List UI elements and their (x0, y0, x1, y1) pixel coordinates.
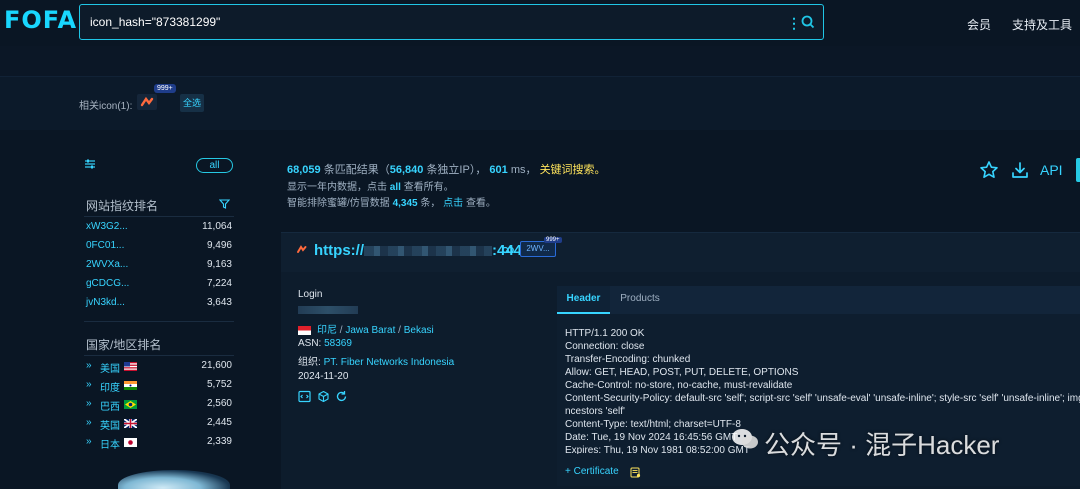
header-line: Transfer-Encoding: chunked (565, 354, 691, 365)
divider (84, 355, 234, 356)
header-line: ncestors 'self' (565, 406, 625, 417)
cube-icon[interactable] (317, 390, 330, 403)
search-box[interactable]: ⋮ (79, 4, 824, 40)
fingerprint-rank-title: 网站指纹排名 (86, 199, 159, 213)
all-filter-pill[interactable]: all (196, 158, 233, 173)
country-row[interactable]: » 美国 21,600 (86, 360, 232, 375)
fingerprint-row[interactable]: 0FC01... 9,496 (86, 240, 232, 254)
chevron-right-icon: » (86, 360, 92, 371)
date-line: 2024-11-20 (298, 371, 349, 382)
honeypot-note: 智能排除蜜罐/仿冒数据 4,345 条， 点击 查看。 (287, 198, 496, 209)
star-icon[interactable] (979, 160, 999, 180)
location-line: 印尼 / Jawa Barat / Bekasi (298, 321, 434, 336)
select-all-button[interactable]: 全选 (180, 94, 204, 112)
header-line: Expires: Thu, 19 Nov 1981 08:52:00 GMT (565, 445, 750, 454)
header-line: Content-Type: text/html; charset=UTF-8 (565, 419, 741, 430)
header-line: Allow: GET, HEAD, POST, PUT, DELETE, OPT… (565, 367, 799, 378)
search-input[interactable] (90, 13, 750, 31)
favicon-icon (297, 245, 307, 253)
result-stats: 68,059 条匹配结果（56,840 条独立IP）， 601 ms， 关键词搜… (287, 164, 606, 176)
date-range-note: 显示一年内数据，点击 all 查看所有。 (287, 182, 454, 193)
sub-band (0, 46, 1080, 76)
side-panel-tab[interactable] (1076, 158, 1080, 182)
tab-header[interactable]: Header (557, 286, 610, 314)
chevron-right-icon: » (86, 398, 92, 409)
count-badge: 999+ (154, 84, 176, 93)
region-link[interactable]: Jawa Barat (345, 325, 395, 336)
gb-flag-icon (124, 419, 137, 428)
country-link[interactable]: 印尼 (317, 325, 337, 336)
related-icon-label: 相关icon(1): (79, 101, 133, 112)
api-link[interactable]: API (1040, 162, 1063, 178)
nav-support-tools[interactable]: 支持及工具 (1012, 16, 1072, 33)
jp-flag-icon (124, 438, 137, 447)
header-line: Content-Security-Policy: default-src 'se… (565, 393, 1080, 404)
keyword-search-link[interactable]: 关键词搜索。 (540, 164, 606, 176)
fingerprint-row[interactable]: xW3G2... 11,064 (86, 221, 232, 235)
nav-membership[interactable]: 会员 (967, 16, 991, 33)
redacted-host (364, 246, 492, 257)
br-flag-icon (124, 400, 137, 409)
refresh-icon[interactable] (335, 390, 348, 403)
city-link[interactable]: Bekasi (404, 325, 434, 336)
search-icon[interactable] (801, 15, 815, 29)
certificate-icon[interactable] (630, 467, 641, 478)
result-host-link[interactable]: https://:4443 (314, 242, 530, 259)
chevron-right-icon: » (86, 379, 92, 390)
sort-filter-icon[interactable] (219, 198, 230, 209)
watermark-text: 公众号 · 混子Hacker (764, 430, 1000, 460)
filter-settings-icon[interactable] (84, 158, 96, 170)
divider (84, 321, 234, 322)
id-flag-icon (298, 325, 311, 335)
org-link[interactable]: PT. Fiber Networks Indonesia (324, 357, 455, 368)
header-line: HTTP/1.1 200 OK (565, 328, 645, 339)
header-line: Cache-Control: no-store, no-cache, must-… (565, 380, 793, 391)
fingerprint-row[interactable]: 2WVXa... 9,163 (86, 259, 232, 273)
code-view-icon[interactable] (298, 390, 311, 403)
link-icon[interactable] (502, 246, 514, 254)
header-line: Date: Tue, 19 Nov 2024 16:45:56 GMT (565, 432, 738, 443)
fingerprint-tag[interactable]: 2WV... (520, 241, 556, 257)
country-rank-title: 国家/地区排名 (86, 338, 162, 352)
related-favicon-icon[interactable] (137, 94, 157, 110)
chevron-right-icon: » (86, 417, 92, 428)
asn-line: ASN: 58369 (298, 338, 352, 349)
page-title: Login (298, 289, 323, 300)
asn-link[interactable]: 58369 (324, 338, 352, 349)
country-row[interactable]: » 印度 5,752 (86, 379, 232, 394)
divider (84, 216, 234, 217)
redacted-text (298, 306, 358, 314)
fofa-logo[interactable]: FOFA (4, 6, 77, 34)
chevron-right-icon: » (86, 436, 92, 447)
count-badge: 999+ (544, 237, 562, 243)
fingerprint-row[interactable]: jvN3kd... 3,643 (86, 297, 232, 311)
us-flag-icon (124, 362, 137, 371)
org-line: 组织: PT. Fiber Networks Indonesia (298, 357, 455, 368)
certificate-toggle[interactable]: + Certificate (565, 466, 619, 477)
country-row[interactable]: » 日本 2,339 (86, 436, 232, 451)
country-row[interactable]: » 英国 2,445 (86, 417, 232, 432)
view-excluded-link[interactable]: 点击 (443, 198, 463, 209)
fingerprint-row[interactable]: gCDCG... 7,224 (86, 278, 232, 292)
header-line: Connection: close (565, 341, 645, 352)
country-row[interactable]: » 巴西 2,560 (86, 398, 232, 413)
more-options-icon[interactable]: ⋮ (787, 14, 801, 32)
view-all-link[interactable]: all (390, 182, 401, 193)
tab-products[interactable]: Products (612, 286, 668, 314)
in-flag-icon (124, 381, 137, 390)
download-icon[interactable] (1010, 160, 1030, 180)
